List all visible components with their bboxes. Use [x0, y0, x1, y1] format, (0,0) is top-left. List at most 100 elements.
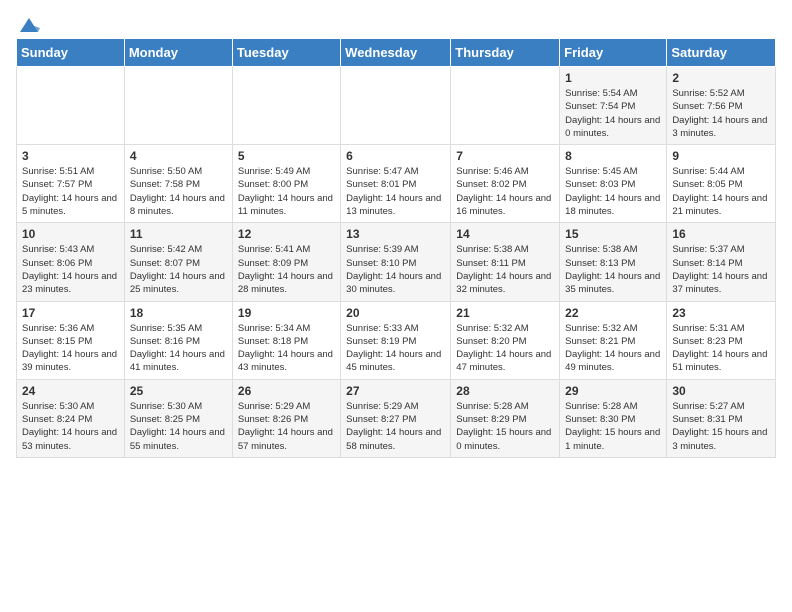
- header-thursday: Thursday: [451, 39, 560, 67]
- day-number: 13: [346, 227, 445, 241]
- calendar-cell: 21 Sunrise: 5:32 AM Sunset: 8:20 PM Dayli…: [451, 301, 560, 379]
- header-saturday: Saturday: [667, 39, 776, 67]
- calendar-cell: 6 Sunrise: 5:47 AM Sunset: 8:01 PM Daylig…: [341, 145, 451, 223]
- header-sunday: Sunday: [17, 39, 125, 67]
- day-number: 8: [565, 149, 661, 163]
- day-number: 21: [456, 306, 554, 320]
- day-number: 18: [130, 306, 227, 320]
- calendar-week-2: 3Sunrise: 5:51 AM Sunset: 7:57 PM Daylig…: [17, 145, 776, 223]
- day-number: 28: [456, 384, 554, 398]
- calendar-cell: 13 Sunrise: 5:39 AM Sunset: 8:10 PM Dayli…: [341, 223, 451, 301]
- day-number: 1: [565, 71, 661, 85]
- day-info: Sunrise: 5:45 AM Sunset: 8:03 PM Dayligh…: [565, 165, 661, 218]
- day-number: 15: [565, 227, 661, 241]
- calendar-cell: 5Sunrise: 5:49 AM Sunset: 8:00 PM Daylig…: [232, 145, 340, 223]
- day-info: Sunrise: 5:35 AM Sunset: 8:16 PM Dayligh…: [130, 322, 227, 375]
- calendar-cell: [341, 67, 451, 145]
- day-info: Sunrise: 5:33 AM Sunset: 8:19 PM Dayligh…: [346, 322, 445, 375]
- calendar-cell: 28 Sunrise: 5:28 AM Sunset: 8:29 PM Dayli…: [451, 379, 560, 457]
- header-wednesday: Wednesday: [341, 39, 451, 67]
- day-number: 4: [130, 149, 227, 163]
- day-number: 17: [22, 306, 119, 320]
- calendar-cell: 23 Sunrise: 5:31 AM Sunset: 8:23 PM Dayli…: [667, 301, 776, 379]
- calendar-cell: 2 Sunrise: 5:52 AM Sunset: 7:56 PM Daylig…: [667, 67, 776, 145]
- calendar-cell: 24Sunrise: 5:30 AM Sunset: 8:24 PM Dayli…: [17, 379, 125, 457]
- day-number: 11: [130, 227, 227, 241]
- day-number: 9: [672, 149, 770, 163]
- calendar-cell: 29 Sunrise: 5:28 AM Sunset: 8:30 PM Dayli…: [560, 379, 667, 457]
- day-number: 2: [672, 71, 770, 85]
- calendar-cell: 12Sunrise: 5:41 AM Sunset: 8:09 PM Dayli…: [232, 223, 340, 301]
- day-info: Sunrise: 5:32 AM Sunset: 8:21 PM Dayligh…: [565, 322, 661, 375]
- calendar-cell: 26 Sunrise: 5:29 AM Sunset: 8:26 PM Dayli…: [232, 379, 340, 457]
- calendar-cell: 14 Sunrise: 5:38 AM Sunset: 8:11 PM Dayli…: [451, 223, 560, 301]
- calendar-cell: 20Sunrise: 5:33 AM Sunset: 8:19 PM Dayli…: [341, 301, 451, 379]
- day-info: Sunrise: 5:47 AM Sunset: 8:01 PM Dayligh…: [346, 165, 445, 218]
- day-number: 5: [238, 149, 335, 163]
- day-number: 26: [238, 384, 335, 398]
- day-info: Sunrise: 5:54 AM Sunset: 7:54 PM Dayligh…: [565, 87, 661, 140]
- calendar-week-1: 1 Sunrise: 5:54 AM Sunset: 7:54 PM Daylig…: [17, 67, 776, 145]
- day-info: Sunrise: 5:34 AM Sunset: 8:18 PM Dayligh…: [238, 322, 335, 375]
- day-info: Sunrise: 5:42 AM Sunset: 8:07 PM Dayligh…: [130, 243, 227, 296]
- day-number: 19: [238, 306, 335, 320]
- calendar-cell: 19 Sunrise: 5:34 AM Sunset: 8:18 PM Dayli…: [232, 301, 340, 379]
- header-tuesday: Tuesday: [232, 39, 340, 67]
- day-info: Sunrise: 5:38 AM Sunset: 8:13 PM Dayligh…: [565, 243, 661, 296]
- day-info: Sunrise: 5:44 AM Sunset: 8:05 PM Dayligh…: [672, 165, 770, 218]
- calendar-cell: 27 Sunrise: 5:29 AM Sunset: 8:27 PM Dayli…: [341, 379, 451, 457]
- calendar-cell: [232, 67, 340, 145]
- day-info: Sunrise: 5:43 AM Sunset: 8:06 PM Dayligh…: [22, 243, 119, 296]
- day-number: 12: [238, 227, 335, 241]
- day-number: 25: [130, 384, 227, 398]
- calendar-cell: 7Sunrise: 5:46 AM Sunset: 8:02 PM Daylig…: [451, 145, 560, 223]
- day-info: Sunrise: 5:50 AM Sunset: 7:58 PM Dayligh…: [130, 165, 227, 218]
- calendar-week-5: 24Sunrise: 5:30 AM Sunset: 8:24 PM Dayli…: [17, 379, 776, 457]
- calendar-cell: 8 Sunrise: 5:45 AM Sunset: 8:03 PM Daylig…: [560, 145, 667, 223]
- day-info: Sunrise: 5:31 AM Sunset: 8:23 PM Dayligh…: [672, 322, 770, 375]
- header-friday: Friday: [560, 39, 667, 67]
- day-number: 10: [22, 227, 119, 241]
- day-info: Sunrise: 5:29 AM Sunset: 8:27 PM Dayligh…: [346, 400, 445, 453]
- page-header: [16, 16, 776, 30]
- day-number: 29: [565, 384, 661, 398]
- day-info: Sunrise: 5:52 AM Sunset: 7:56 PM Dayligh…: [672, 87, 770, 140]
- header-monday: Monday: [124, 39, 232, 67]
- day-info: Sunrise: 5:30 AM Sunset: 8:24 PM Dayligh…: [22, 400, 119, 453]
- calendar-cell: 4 Sunrise: 5:50 AM Sunset: 7:58 PM Daylig…: [124, 145, 232, 223]
- calendar-cell: 18 Sunrise: 5:35 AM Sunset: 8:16 PM Dayli…: [124, 301, 232, 379]
- calendar-cell: 30Sunrise: 5:27 AM Sunset: 8:31 PM Dayli…: [667, 379, 776, 457]
- day-info: Sunrise: 5:37 AM Sunset: 8:14 PM Dayligh…: [672, 243, 770, 296]
- calendar-cell: 25 Sunrise: 5:30 AM Sunset: 8:25 PM Dayli…: [124, 379, 232, 457]
- calendar-table: SundayMondayTuesdayWednesdayThursdayFrid…: [16, 38, 776, 458]
- day-info: Sunrise: 5:39 AM Sunset: 8:10 PM Dayligh…: [346, 243, 445, 296]
- day-info: Sunrise: 5:27 AM Sunset: 8:31 PM Dayligh…: [672, 400, 770, 453]
- day-info: Sunrise: 5:28 AM Sunset: 8:30 PM Dayligh…: [565, 400, 661, 453]
- calendar-cell: 22 Sunrise: 5:32 AM Sunset: 8:21 PM Dayli…: [560, 301, 667, 379]
- day-number: 14: [456, 227, 554, 241]
- calendar-cell: 15 Sunrise: 5:38 AM Sunset: 8:13 PM Dayli…: [560, 223, 667, 301]
- calendar-cell: 3Sunrise: 5:51 AM Sunset: 7:57 PM Daylig…: [17, 145, 125, 223]
- day-number: 22: [565, 306, 661, 320]
- day-info: Sunrise: 5:32 AM Sunset: 8:20 PM Dayligh…: [456, 322, 554, 375]
- calendar-cell: 9 Sunrise: 5:44 AM Sunset: 8:05 PM Daylig…: [667, 145, 776, 223]
- day-info: Sunrise: 5:46 AM Sunset: 8:02 PM Dayligh…: [456, 165, 554, 218]
- day-info: Sunrise: 5:51 AM Sunset: 7:57 PM Dayligh…: [22, 165, 119, 218]
- day-info: Sunrise: 5:38 AM Sunset: 8:11 PM Dayligh…: [456, 243, 554, 296]
- calendar-week-3: 10 Sunrise: 5:43 AM Sunset: 8:06 PM Dayli…: [17, 223, 776, 301]
- calendar-cell: 17 Sunrise: 5:36 AM Sunset: 8:15 PM Dayli…: [17, 301, 125, 379]
- calendar-cell: 10 Sunrise: 5:43 AM Sunset: 8:06 PM Dayli…: [17, 223, 125, 301]
- calendar-cell: 16Sunrise: 5:37 AM Sunset: 8:14 PM Dayli…: [667, 223, 776, 301]
- day-info: Sunrise: 5:36 AM Sunset: 8:15 PM Dayligh…: [22, 322, 119, 375]
- day-number: 23: [672, 306, 770, 320]
- calendar-cell: [451, 67, 560, 145]
- logo-icon: [18, 16, 40, 34]
- calendar-week-4: 17 Sunrise: 5:36 AM Sunset: 8:15 PM Dayli…: [17, 301, 776, 379]
- day-number: 27: [346, 384, 445, 398]
- day-info: Sunrise: 5:28 AM Sunset: 8:29 PM Dayligh…: [456, 400, 554, 453]
- day-info: Sunrise: 5:29 AM Sunset: 8:26 PM Dayligh…: [238, 400, 335, 453]
- day-number: 6: [346, 149, 445, 163]
- logo: [16, 16, 40, 30]
- day-info: Sunrise: 5:30 AM Sunset: 8:25 PM Dayligh…: [130, 400, 227, 453]
- calendar-body: 1 Sunrise: 5:54 AM Sunset: 7:54 PM Daylig…: [17, 67, 776, 458]
